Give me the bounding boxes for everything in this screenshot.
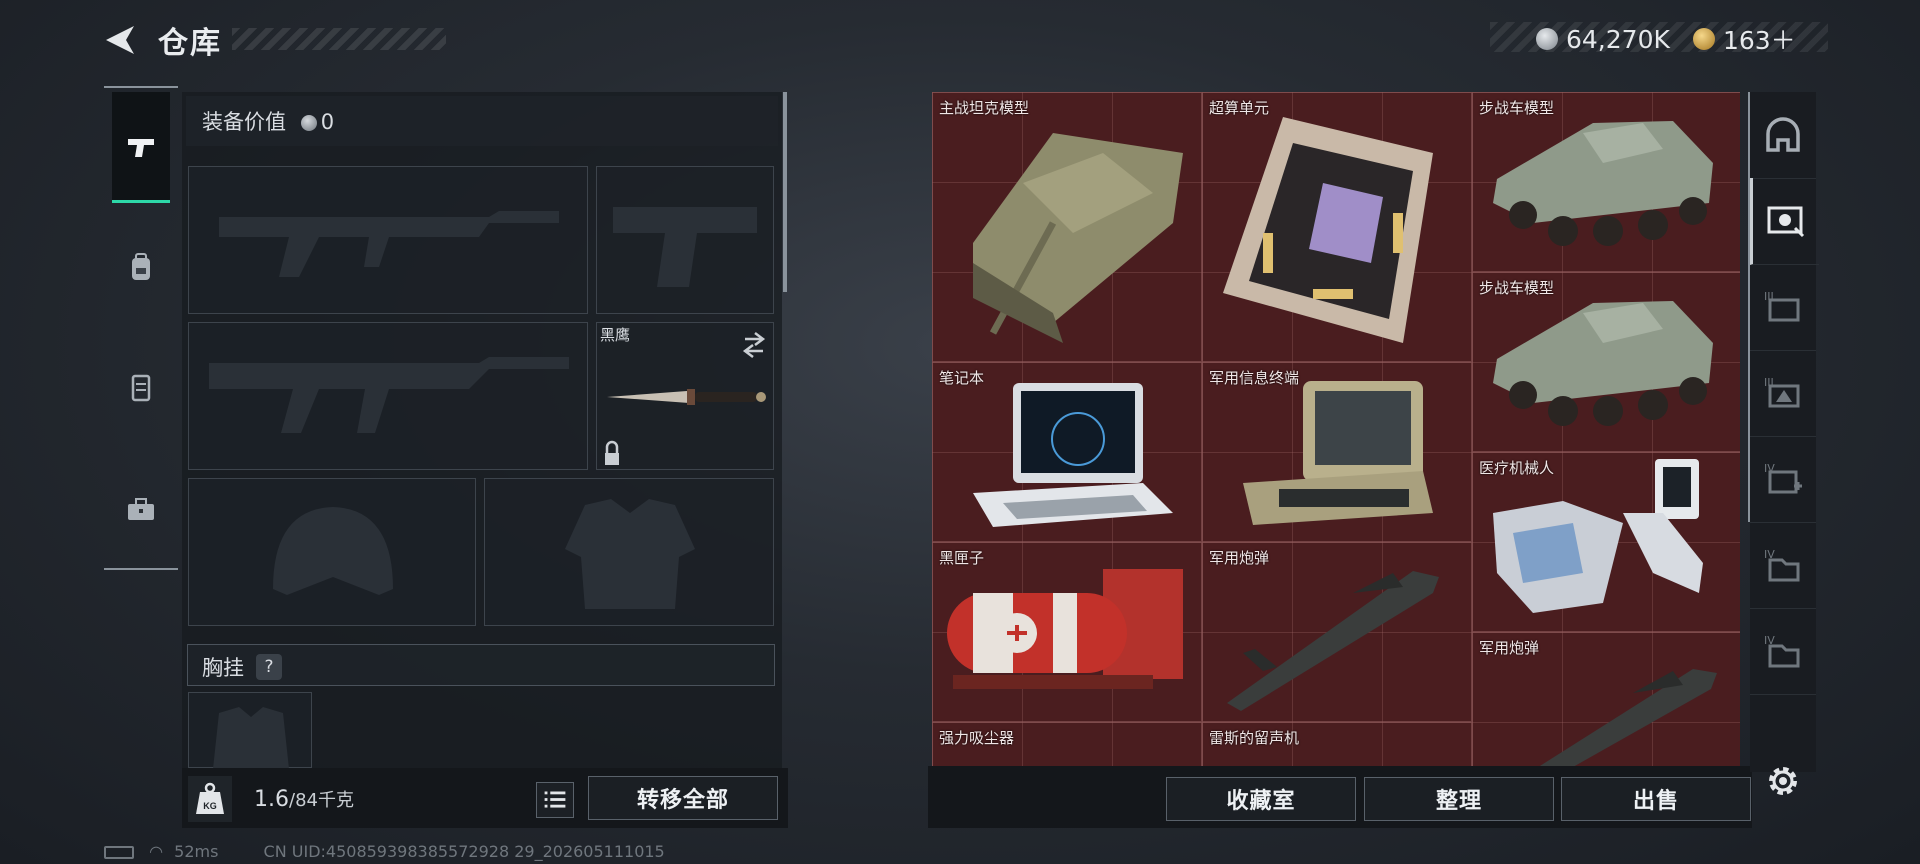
armor-slot[interactable] — [484, 478, 774, 626]
equipment-scrollbar[interactable] — [783, 92, 787, 292]
stash-3a-icon: III — [1764, 290, 1800, 322]
rifle-silhouette-icon — [219, 211, 559, 277]
medical-robot-icon — [1493, 459, 1703, 613]
nav-rig[interactable] — [112, 332, 170, 442]
storage-item-vacuum-cleaner[interactable]: 强力吸尘器 — [932, 722, 1202, 766]
equipment-value-amount: 0 — [320, 110, 335, 134]
page-title: 仓库 — [158, 26, 222, 61]
carry-weight-unit: /84千克 — [289, 790, 354, 811]
helmet-tab-icon — [1766, 117, 1800, 152]
stash-tab-icon — [1767, 206, 1805, 238]
carry-weight: 1.6/84千克 — [254, 786, 354, 812]
weight-icon: KG — [188, 776, 232, 822]
sell-button[interactable]: 出售 — [1561, 777, 1751, 821]
lock-icon — [605, 453, 619, 465]
storage-item-military-shell[interactable]: 军用炮弹 — [1472, 632, 1740, 766]
item-label: 强力吸尘器 — [939, 729, 1015, 747]
storage-item-ifv-model[interactable]: 步战车模型 — [1472, 92, 1740, 272]
storage-item-gramophone[interactable]: 雷斯的留声机 — [1202, 722, 1472, 766]
nav-kit[interactable] — [112, 454, 170, 564]
stash-3b-icon: III — [1764, 376, 1800, 408]
helmet-silhouette-icon — [273, 507, 393, 595]
storage-grid: 主战坦克模型 超算单元 步战车模型 步战车模型 笔记本 军用信息终端 医疗机械人… — [932, 92, 1740, 766]
uid-text: CN UID:450859398385572928 29_20260511101… — [263, 842, 665, 861]
vest-icon — [131, 374, 151, 402]
melee-item-name: 黑鹰 — [600, 326, 631, 344]
storage-item-tank-model[interactable]: 主战坦克模型 — [932, 92, 1202, 362]
swap-icon — [742, 332, 766, 358]
black-box-icon — [947, 569, 1183, 689]
military-terminal-icon — [1243, 381, 1433, 525]
silver-currency-value: 64,270K — [1566, 24, 1670, 54]
equipment-category-nav — [104, 86, 178, 570]
stash-4-add-icon: IV — [1764, 462, 1802, 494]
helmet-slot[interactable] — [188, 478, 476, 626]
title-decoration — [232, 28, 446, 50]
pistol-icon — [128, 139, 154, 157]
chest-rig-help-button[interactable]: ? — [256, 654, 282, 680]
primary-weapon-slot[interactable] — [188, 166, 588, 314]
list-icon — [544, 791, 566, 808]
pistol-silhouette-icon — [613, 207, 757, 287]
backpack-icon — [132, 253, 150, 280]
laptop-icon — [973, 383, 1173, 527]
nav-weapon[interactable] — [112, 92, 170, 203]
stash-4-icon: IV — [1764, 548, 1800, 582]
currency-display: 64,270K 163＋ — [1536, 21, 1814, 57]
battery-icon — [104, 846, 134, 859]
ifv-model-icon — [1493, 301, 1713, 426]
back-arrow-icon[interactable] — [100, 20, 140, 60]
item-label: 雷斯的留声机 — [1209, 729, 1300, 747]
tab-helmet-stash[interactable] — [1750, 92, 1816, 179]
stash-tabs: III III IV IV IV — [1750, 92, 1819, 772]
carry-weight-value: 1.6 — [254, 787, 289, 812]
military-shell-icon — [1539, 669, 1717, 766]
settings-gear-icon[interactable] — [1764, 762, 1802, 800]
toolbox-icon — [128, 498, 154, 520]
equipment-value-label: 装备价值 — [202, 110, 286, 134]
equipment-value: 装备价值 0 — [202, 106, 334, 136]
tab-stash-5[interactable]: IV — [1750, 522, 1816, 609]
nav-armor[interactable] — [112, 212, 170, 322]
gold-coin-icon — [1692, 28, 1715, 50]
tank-model-icon — [973, 133, 1183, 343]
sort-button[interactable]: 整理 — [1364, 777, 1554, 821]
svg-text:KG: KG — [203, 801, 217, 811]
tab-stash-2[interactable]: III — [1750, 264, 1816, 351]
collection-room-button[interactable]: 收藏室 — [1166, 777, 1356, 821]
silver-coin-icon — [300, 115, 317, 131]
storage-item-black-box[interactable]: 黑匣子 — [932, 542, 1202, 722]
tab-stash-4[interactable]: IV — [1750, 436, 1816, 523]
storage-item-supercomputer-unit[interactable]: 超算单元 — [1202, 92, 1472, 362]
tab-stash-1[interactable] — [1750, 178, 1819, 265]
backup-weapon-slot[interactable] — [188, 322, 588, 470]
storage-item-military-terminal[interactable]: 军用信息终端 — [1202, 362, 1472, 542]
storage-item-laptop[interactable]: 笔记本 — [932, 362, 1202, 542]
stash-4b-icon: IV — [1764, 634, 1800, 668]
rig-silhouette-icon — [213, 707, 289, 769]
tab-stash-6[interactable]: IV — [1750, 608, 1816, 695]
armor-silhouette-icon — [565, 499, 695, 609]
military-shell-icon — [1227, 571, 1439, 711]
storage-item-ifv-model[interactable]: 步战车模型 — [1472, 272, 1740, 452]
chest-rig-slot[interactable] — [188, 692, 312, 769]
wifi-icon: ◠ — [149, 842, 164, 861]
gold-currency-value[interactable]: 163＋ — [1723, 26, 1796, 55]
list-view-button[interactable] — [536, 782, 574, 818]
ping-value: 52ms — [174, 842, 219, 861]
silver-coin-icon — [1536, 28, 1558, 50]
status-bar: ◠ 52ms CN UID:450859398385572928 29_2026… — [104, 842, 665, 861]
supercomputer-unit-icon — [1223, 117, 1433, 343]
storage-item-military-shell[interactable]: 军用炮弹 — [1202, 542, 1472, 722]
rifle-silhouette-icon — [209, 357, 569, 433]
chest-rig-label: 胸挂 — [202, 656, 244, 680]
ifv-model-icon — [1493, 121, 1713, 246]
transfer-all-button[interactable]: 转移全部 — [588, 776, 778, 820]
knife-icon — [605, 332, 766, 465]
storage-item-medical-robot[interactable]: 医疗机械人 — [1472, 452, 1740, 632]
secondary-weapon-slot[interactable] — [596, 166, 774, 314]
tab-stash-3[interactable]: III — [1750, 350, 1816, 437]
